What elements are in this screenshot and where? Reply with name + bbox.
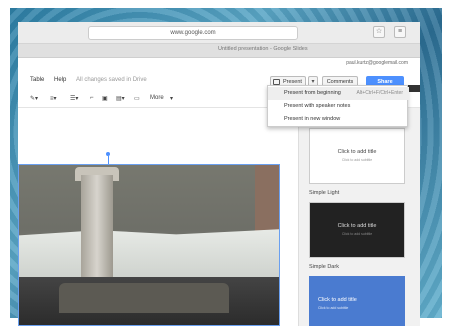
menu-item-label: Present with speaker notes [284, 103, 351, 109]
rotate-handle-line [108, 156, 109, 164]
photo-frame: www.google.com ☆ ≡ Untitled presentation… [0, 0, 453, 326]
lighthouse [81, 175, 113, 279]
line-dash-icon[interactable]: ☰▾ [70, 95, 78, 102]
brick-building [255, 165, 279, 235]
menu-item-shortcut: Alt+Ctrl+F/Ctrl+Enter [356, 90, 403, 96]
menu-item-label: Present from beginning [284, 90, 341, 96]
theme-label-simple-dark: Simple Dark [309, 264, 339, 270]
more-chevron-icon: ▾ [170, 96, 174, 102]
comment-icon[interactable]: ▭ [134, 95, 140, 102]
browser-window: www.google.com ☆ ≡ Untitled presentation… [18, 22, 420, 326]
thumb-subtitle: Click to add subtitle [318, 306, 349, 310]
menu-table[interactable]: Table [30, 77, 44, 83]
theme-blank-thumb[interactable]: Click to add title Click to add subtitle [309, 128, 405, 184]
thumb-title: Click to add title [337, 149, 377, 155]
white-cliffs [19, 229, 279, 277]
account-email[interactable]: paul.kurtz@googlemail.com [346, 60, 408, 66]
thumb-title: Click to add title [337, 223, 377, 229]
menu-item-present-in-new-window[interactable]: Present in new window [268, 113, 409, 126]
title-bar: Untitled presentation - Google Slides [18, 44, 420, 58]
line-weight-icon[interactable]: ≡▾ [50, 95, 57, 102]
account-bar: paul.kurtz@googlemail.com [18, 58, 420, 70]
save-status: All changes saved in Drive [76, 77, 147, 83]
settings-icon[interactable]: ≡ [394, 26, 406, 38]
present-menu: Present from beginning Alt+Ctrl+F/Ctrl+E… [267, 85, 409, 127]
crop-icon[interactable]: ⌐ [90, 95, 94, 101]
slide-canvas[interactable] [18, 108, 280, 326]
thumb-title: Click to add title [318, 297, 357, 303]
thumb-subtitle: Click to add subtitle [341, 158, 373, 162]
thumb-subtitle: Click to add subtitle [341, 232, 373, 236]
menu-help[interactable]: Help [54, 77, 66, 83]
menu-item-present-with-speaker-notes[interactable]: Present with speaker notes [268, 100, 409, 113]
boat [59, 283, 229, 313]
themes-panel: Click to add title Click to add subtitle… [298, 108, 420, 326]
more-button[interactable]: More [150, 95, 164, 101]
pen-icon[interactable]: ✎▾ [30, 95, 38, 102]
address-bar-area: www.google.com ☆ ≡ [18, 22, 420, 44]
document-title: Untitled presentation - Google Slides [218, 46, 308, 52]
star-icon[interactable]: ☆ [373, 26, 385, 38]
menu-item-present-from-beginning[interactable]: Present from beginning Alt+Ctrl+F/Ctrl+E… [268, 87, 409, 100]
menu-item-label: Present in new window [284, 116, 341, 122]
theme-dark-thumb[interactable]: Click to add title Click to add subtitle [309, 202, 405, 258]
theme-blue-thumb[interactable]: Click to add title Click to add subtitle [309, 276, 405, 326]
mask-icon[interactable]: ▤▾ [116, 95, 125, 102]
image-icon[interactable]: ▣ [102, 95, 108, 102]
theme-label-simple-light: Simple Light [309, 190, 340, 196]
selected-image[interactable] [18, 164, 280, 326]
url-field[interactable]: www.google.com [88, 26, 298, 40]
